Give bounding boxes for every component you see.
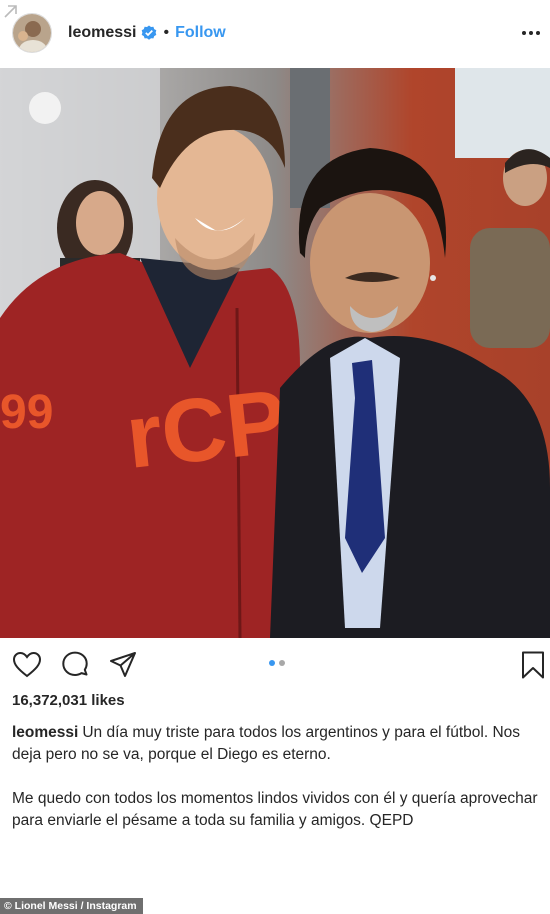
separator-dot: • <box>163 24 170 41</box>
carousel-dot-active[interactable] <box>269 660 275 666</box>
more-options-icon[interactable] <box>520 22 542 44</box>
avatar[interactable] <box>12 13 52 53</box>
share-icon[interactable] <box>108 650 138 680</box>
photo-credit: © Lionel Messi / Instagram <box>0 898 143 914</box>
comment-icon[interactable] <box>60 650 90 680</box>
caption-paragraph-2: Me quedo con todos los momentos lindos v… <box>12 790 538 829</box>
svg-text:rCP: rCP <box>122 372 292 488</box>
svg-text:99: 99 <box>0 386 53 439</box>
follow-button[interactable]: Follow <box>175 24 226 42</box>
caption-text-1: Un día muy triste para todos los argenti… <box>12 724 521 763</box>
post-image: rCP 99 <box>0 68 550 638</box>
username[interactable]: leomessi <box>68 24 136 42</box>
post-actions <box>0 642 550 690</box>
post-caption: leomessi Un día muy triste para todos los… <box>12 722 544 854</box>
likes-count[interactable]: 16,372,031 likes <box>12 692 125 709</box>
caption-paragraph-1: leomessi Un día muy triste para todos los… <box>12 722 544 766</box>
verified-badge-icon <box>142 25 157 40</box>
caption-username[interactable]: leomessi <box>12 724 78 741</box>
post-photo[interactable]: rCP 99 <box>0 68 550 638</box>
carousel-dot[interactable] <box>279 660 285 666</box>
bookmark-icon[interactable] <box>518 650 548 680</box>
post-header: leomessi • Follow <box>0 0 550 66</box>
heart-icon[interactable] <box>12 650 42 680</box>
carousel-indicator <box>269 660 285 666</box>
avatar-image <box>13 14 51 52</box>
